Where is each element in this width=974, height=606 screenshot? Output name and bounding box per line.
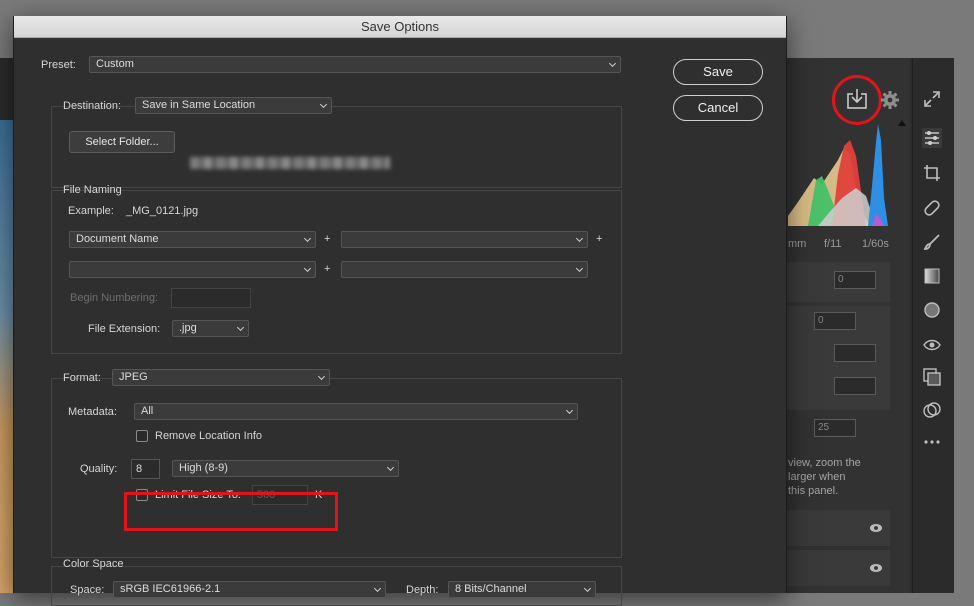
depth-select[interactable]: 8 Bits/Channel: [448, 581, 596, 598]
plus-separator: +: [596, 233, 603, 245]
red-eye-icon[interactable]: [922, 334, 942, 354]
dialog-body: Preset: Custom Save Cancel Destination: …: [14, 38, 786, 606]
chevron-down-icon: [575, 234, 584, 243]
panel-hint-line: larger when: [788, 471, 846, 483]
cancel-button[interactable]: Cancel: [673, 95, 763, 121]
crop-icon[interactable]: [922, 163, 942, 183]
file-extension-label: File Extension:: [88, 323, 161, 335]
chevron-down-icon: [236, 323, 245, 332]
name-field-3-select[interactable]: [69, 261, 316, 278]
histogram-readout-focal: mm: [788, 238, 807, 250]
gear-icon[interactable]: [880, 90, 900, 110]
histogram-readout-aperture: f/11: [824, 238, 842, 250]
panel-value-field[interactable]: [834, 344, 876, 362]
presets-icon[interactable]: [922, 400, 942, 420]
chevron-down-icon: [303, 234, 312, 243]
chevron-down-icon: [373, 584, 382, 593]
depth-value: 8 Bits/Channel: [455, 583, 527, 595]
space-value: sRGB IEC61966-2.1: [120, 583, 221, 595]
destination-value: Save in Same Location: [142, 99, 256, 111]
begin-numbering-label: Begin Numbering:: [70, 292, 159, 304]
select-folder-button[interactable]: Select Folder...: [69, 131, 175, 153]
eye-icon[interactable]: [869, 523, 883, 533]
eye-icon[interactable]: [869, 563, 883, 573]
remove-location-label: Remove Location Info: [155, 430, 263, 442]
chevron-down-icon: [583, 584, 592, 593]
panel-value-field[interactable]: 0: [834, 271, 876, 289]
begin-numbering-field: [171, 288, 251, 308]
chevron-down-icon: [303, 264, 312, 273]
edit-sliders-icon[interactable]: [922, 128, 942, 148]
save-button[interactable]: Save: [673, 59, 763, 85]
snapshots-icon[interactable]: [922, 367, 942, 387]
chevron-down-icon: [565, 406, 574, 415]
chevron-down-icon: [319, 100, 328, 109]
folder-path-text: [190, 157, 390, 169]
fullscreen-icon[interactable]: [922, 89, 942, 109]
space-select[interactable]: sRGB IEC61966-2.1: [113, 581, 386, 598]
format-label: Format:: [63, 372, 101, 384]
name-field-2-select[interactable]: [341, 231, 588, 248]
radial-filter-icon[interactable]: [922, 300, 942, 320]
file-extension-value: .jpg: [179, 322, 197, 334]
panel-hint-line: this panel.: [788, 485, 839, 497]
color-space-title: Color Space: [63, 558, 124, 570]
preset-select[interactable]: Custom: [89, 56, 621, 73]
panel-hint-line: view, zoom the: [788, 457, 861, 469]
file-naming-title: File Naming: [63, 184, 122, 196]
brush-icon[interactable]: [922, 232, 942, 252]
quality-preset-value: High (8-9): [179, 462, 228, 474]
histogram-readout-shutter: 1/60s: [862, 238, 889, 250]
file-extension-select[interactable]: .jpg: [172, 320, 249, 337]
preset-value: Custom: [96, 58, 134, 70]
chevron-down-icon: [575, 264, 584, 273]
preset-label: Preset:: [41, 59, 76, 71]
metadata-value: All: [141, 405, 154, 417]
panel-value-field[interactable]: 25: [814, 419, 856, 437]
destination-select[interactable]: Save in Same Location: [135, 97, 332, 114]
quality-label: Quality:: [80, 463, 118, 475]
histogram: [788, 120, 906, 226]
panel-value-field[interactable]: 0: [814, 312, 856, 330]
save-options-dialog: Save Options Preset: Custom Save Cancel …: [13, 16, 787, 606]
format-value: JPEG: [119, 371, 148, 383]
quality-field[interactable]: 8: [131, 459, 160, 479]
example-value: _MG_0121.jpg: [126, 205, 199, 217]
plus-separator: +: [324, 233, 331, 245]
photo-preview: [0, 120, 14, 593]
name-field-4-select[interactable]: [341, 261, 588, 278]
name-field-1-select[interactable]: Document Name: [69, 231, 316, 248]
gradient-icon[interactable]: [922, 266, 942, 286]
plus-separator: +: [324, 263, 331, 275]
example-label: Example:: [68, 205, 114, 217]
more-icon[interactable]: [922, 432, 942, 452]
metadata-label: Metadata:: [68, 406, 117, 418]
metadata-select[interactable]: All: [134, 403, 578, 420]
format-select[interactable]: JPEG: [112, 369, 330, 386]
space-label: Space:: [70, 584, 105, 596]
quality-preset-select[interactable]: High (8-9): [172, 460, 399, 477]
chevron-down-icon: [317, 372, 326, 381]
dialog-title: Save Options: [14, 16, 786, 38]
depth-label: Depth:: [406, 584, 439, 596]
destination-label: Destination:: [63, 100, 122, 112]
panel-value-field[interactable]: [834, 377, 876, 395]
chevron-down-icon: [608, 59, 617, 68]
limit-file-size-highlight: [124, 492, 338, 531]
chevron-down-icon: [386, 463, 395, 472]
remove-location-checkbox[interactable]: [136, 430, 148, 442]
healing-icon[interactable]: [922, 198, 942, 218]
name-field-1-value: Document Name: [76, 233, 159, 245]
